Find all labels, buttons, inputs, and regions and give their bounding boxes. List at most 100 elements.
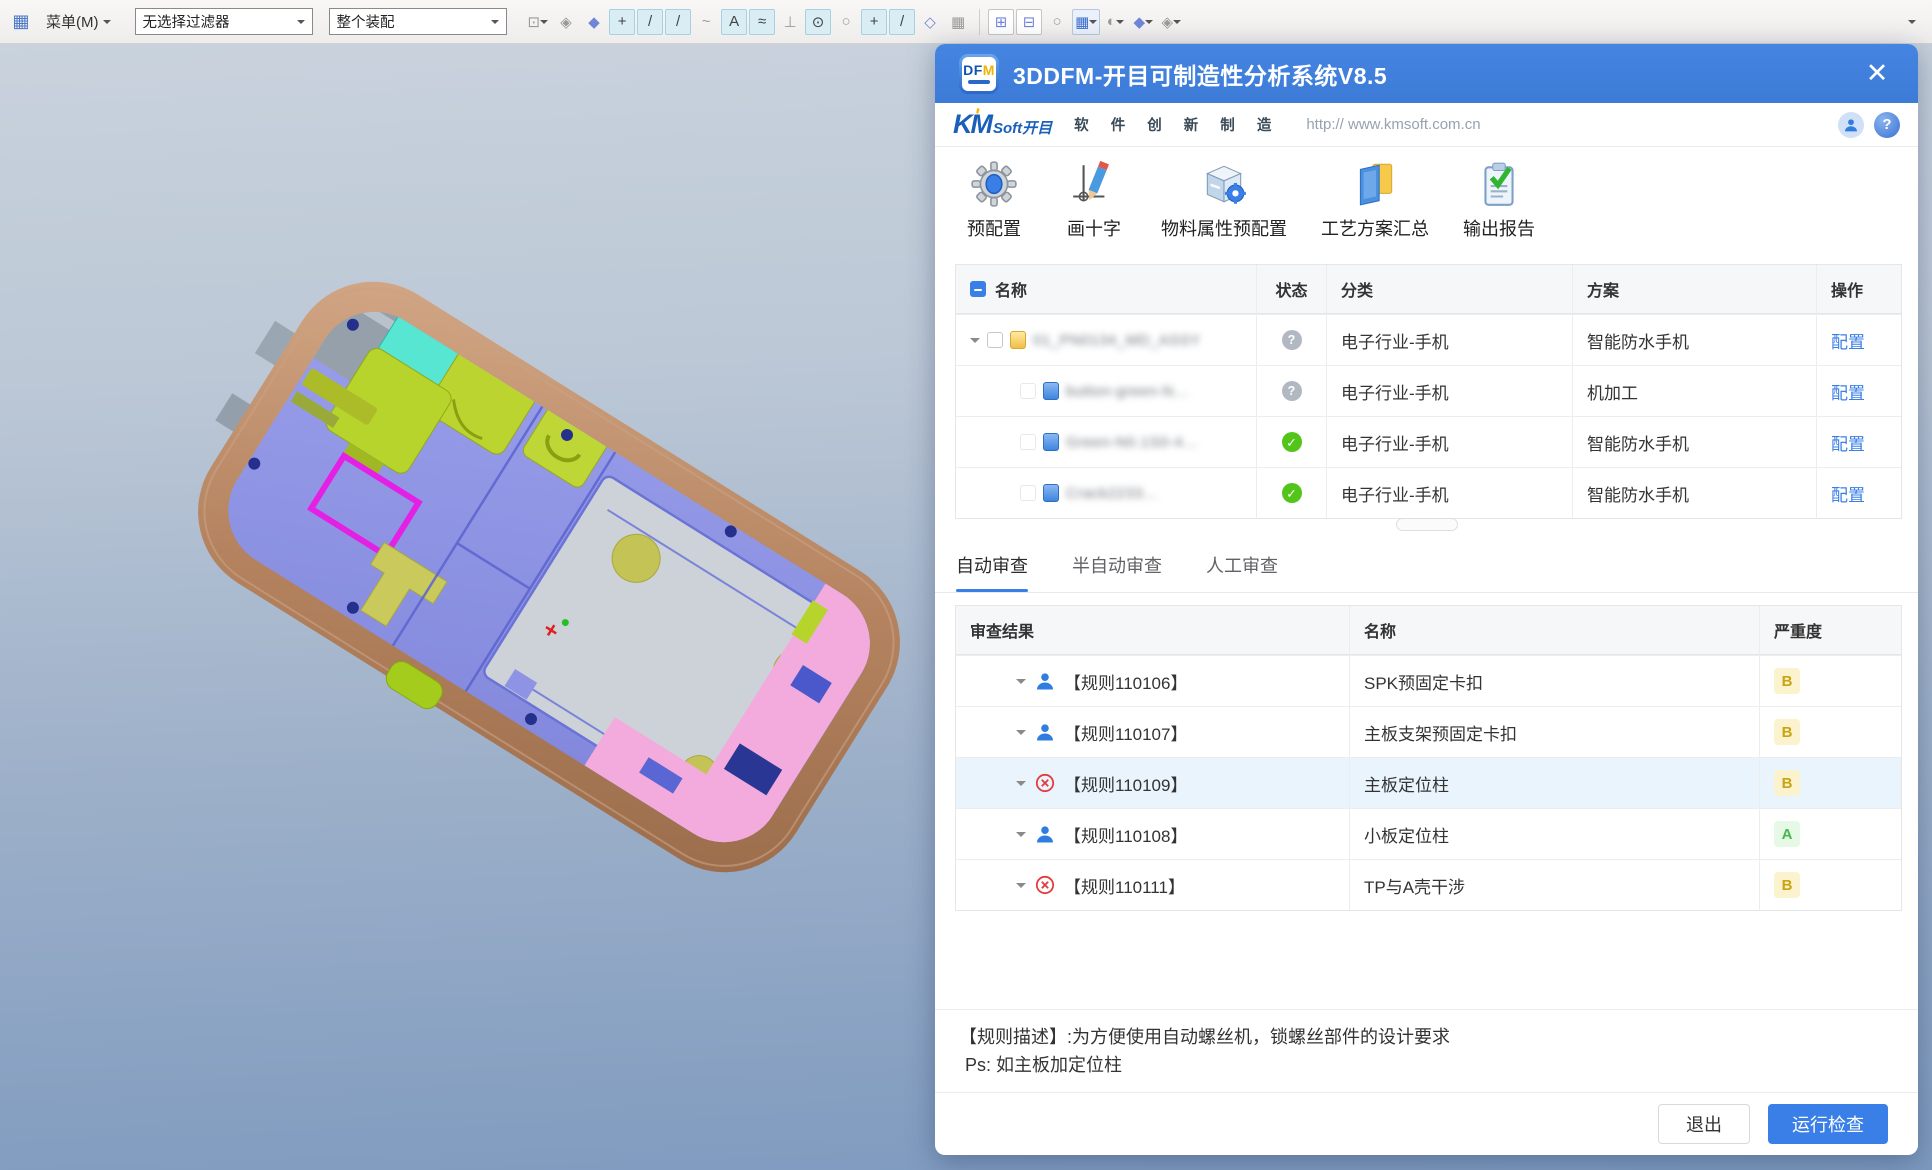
nx-toolbar: ▦ 菜单(M) 无选择过滤器 整个装配 ⊡ ◈ ◆ [0,0,1932,44]
severity-badge: B [1774,770,1800,796]
configure-link[interactable]: 配置 [1831,379,1865,404]
chevron-down-icon [297,20,305,28]
snap-center-icon[interactable]: ⊙ [805,9,831,35]
brand-row: KM ' Soft开目 软 件 创 新 制 造 http:// www.kmso… [935,103,1918,147]
toolbar-overflow-chevron[interactable] [1908,20,1916,28]
exit-button[interactable]: 退出 [1658,1104,1750,1144]
preconfig-button[interactable]: 预配置 [961,159,1027,241]
result-row[interactable]: 【规则110111】 TP与A壳干涉 B [956,859,1901,910]
part-icon [1043,484,1059,502]
rule-id: 【规则110107】 [1064,720,1187,745]
results-table-header: 审查结果 名称 严重度 [956,606,1901,655]
pan-icon[interactable]: ⊟ [1016,9,1042,35]
rule-failed-icon [1035,773,1055,793]
result-row[interactable]: 【规则110109】 主板定位柱 B [956,757,1901,808]
selection-rect-icon[interactable]: ⊡ [525,9,552,35]
part-name-blurred: Green-N0.1S0-4… [1066,434,1199,451]
view-cube-icon[interactable]: ◆ [1130,9,1156,35]
render-style-icon[interactable]: ◐ [1102,9,1128,35]
box-gear-icon [1199,159,1249,209]
dialog-footer: 退出 运行检查 [935,1092,1918,1155]
draw-cross-button[interactable]: 画十字 [1061,159,1127,241]
result-row[interactable]: 【规则110107】 主板支架预固定卡扣 B [956,706,1901,757]
snap-slash-icon[interactable]: / [889,9,915,35]
status-icon: ? [1282,381,1302,401]
table-row[interactable]: Crack2233… ✓ 电子行业-手机 智能防水手机 配置 [956,467,1901,518]
row-checkbox[interactable] [987,332,1003,348]
table-row[interactable]: 01_PN0134_MD_ASSY ? 电子行业-手机 智能防水手机 配置 [956,314,1901,365]
part-name-blurred: button-green-N… [1066,383,1189,400]
folders-icon [1350,159,1400,209]
snap-axis-icon[interactable]: ⊥ [777,9,803,35]
selection-scope-select[interactable]: 整个装配 [329,8,507,35]
result-row[interactable]: 【规则110106】 SPK预固定卡扣 B [956,655,1901,706]
part-icon [1010,331,1026,349]
dialog-action-toolbar: 预配置 画十字 [935,147,1918,250]
configure-link[interactable]: 配置 [1831,430,1865,455]
review-tab[interactable]: 自动审查 [956,552,1028,592]
selection-filter-select[interactable]: 无选择过滤器 [135,8,313,35]
table-collapse-handle[interactable] [1396,518,1458,531]
snap-ellipse-icon[interactable]: ○ [833,9,859,35]
severity-badge: B [1774,719,1800,745]
close-icon[interactable]: ✕ [1860,57,1894,91]
manual-review-person-icon [1035,824,1055,844]
snap-segment-icon[interactable]: / [665,9,691,35]
expand-arrow-icon[interactable] [1016,832,1026,842]
user-icon[interactable] [1838,112,1864,138]
parts-table-header: 名称 状态 分类 方案 操作 [956,265,1901,314]
datum-icon[interactable]: ◇ [917,9,943,35]
chevron-down-icon [1089,20,1097,28]
select-all-checkbox[interactable] [970,281,986,297]
highlight-cube-icon[interactable]: ◆ [581,9,607,35]
snap-move-icon[interactable]: + [609,9,635,35]
results-table: 审查结果 名称 严重度 【规则110106】 SPK预固定卡扣 [955,605,1902,911]
parts-table-body: 01_PN0134_MD_ASSY ? 电子行业-手机 智能防水手机 配置 [956,314,1901,518]
chevron-down-icon [540,20,548,28]
row-checkbox[interactable] [1020,485,1036,501]
dialog-title: 3DDFM-开目可制造性分析系统V8.5 [1013,57,1387,91]
manual-review-person-icon [1035,722,1055,742]
pencil-cross-icon [1069,159,1119,209]
snap-line-icon[interactable]: / [637,9,663,35]
snap-wave-icon[interactable]: ≈ [749,9,775,35]
plan-cell: 智能防水手机 [1572,315,1816,365]
expand-arrow-icon[interactable] [1016,781,1026,791]
table-row[interactable]: button-green-N… ? 电子行业-手机 机加工 配置 [956,365,1901,416]
configure-link[interactable]: 配置 [1831,481,1865,506]
snap-point-icon[interactable]: + [861,9,887,35]
kmsoft-logo: KM ' Soft开目 [953,109,1052,140]
expand-arrow-icon[interactable] [970,338,980,348]
run-check-button[interactable]: 运行检查 [1768,1104,1888,1144]
manual-review-person-icon [1035,671,1055,691]
snap-spline-icon[interactable]: A [721,9,747,35]
expand-arrow-icon[interactable] [1016,679,1026,689]
table-icon[interactable]: ▦ [945,9,971,35]
snap-settings-icon[interactable]: ▦ [1072,9,1100,35]
snap-curve-icon[interactable]: ~ [693,9,719,35]
table-row[interactable]: Green-N0.1S0-4… ✓ 电子行业-手机 智能防水手机 配置 [956,416,1901,467]
result-row[interactable]: 【规则110108】 小板定位柱 A [956,808,1901,859]
separator[interactable] [979,9,980,35]
orbit-icon[interactable]: ○ [1044,9,1070,35]
process-summary-button[interactable]: 工艺方案汇总 [1321,159,1429,241]
category-cell: 电子行业-手机 [1326,315,1572,365]
rule-id: 【规则110108】 [1064,822,1187,847]
review-tab[interactable]: 半自动审查 [1072,552,1162,592]
visualization-icon[interactable]: ◈ [1158,9,1184,35]
deselect-icon[interactable]: ◈ [553,9,579,35]
expand-arrow-icon[interactable] [1016,730,1026,740]
material-preconfig-button[interactable]: 物料属性预配置 [1161,159,1287,241]
help-icon[interactable]: ? [1874,112,1900,138]
category-cell: 电子行业-手机 [1326,417,1572,467]
chevron-down-icon [1145,20,1153,28]
row-checkbox[interactable] [1020,434,1036,450]
brand-tagline: 软 件 创 新 制 造 [1074,114,1280,135]
expand-arrow-icon[interactable] [1016,883,1026,893]
row-checkbox[interactable] [1020,383,1036,399]
zoom-window-icon[interactable]: ⊞ [988,9,1014,35]
output-report-button[interactable]: 输出报告 [1463,159,1535,241]
menu-button[interactable]: 菜单(M) [38,7,119,36]
configure-link[interactable]: 配置 [1831,328,1865,353]
review-tab[interactable]: 人工审查 [1206,552,1278,592]
